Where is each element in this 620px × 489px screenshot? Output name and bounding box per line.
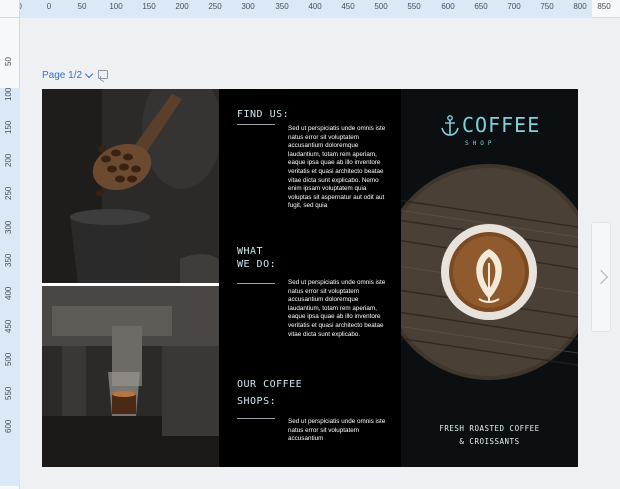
comment-icon[interactable] [98, 70, 108, 79]
ruler-label: 650 [474, 2, 488, 11]
ruler-label: 0 [46, 2, 52, 11]
what-we-do-title-line2: WE DO: [237, 259, 277, 270]
brochure-page[interactable]: FIND US: Sed ut perspiciatis unde omnis … [42, 89, 578, 467]
ruler-label: 600 [4, 419, 13, 433]
brand-name: COFFEE [462, 113, 541, 137]
our-shops-title-line1: OUR COFFEE [237, 379, 303, 390]
ruler-label: 100 [4, 87, 13, 101]
ruler-label: 450 [4, 319, 13, 333]
photo-panel [42, 89, 219, 467]
ruler-label: 550 [4, 386, 13, 400]
espresso-machine-photo [42, 286, 219, 467]
ruler-label: 150 [142, 2, 156, 11]
ruler-label: 150 [4, 120, 13, 134]
find-us-title: FIND US: [237, 109, 290, 120]
ruler-label: 500 [374, 2, 388, 11]
cover-panel: COFFEE SHOP FRESH ROASTED COFFEE & CROIS… [401, 89, 578, 467]
anchor-icon [441, 115, 459, 136]
editor-canvas: -50 0 50 100 150 200 250 300 350 400 450… [0, 0, 620, 489]
ruler-label: 200 [4, 153, 13, 167]
ruler-label: 850 [597, 2, 611, 11]
page-label: Page 1/2 [42, 70, 83, 81]
our-shops-title-line2: SHOPS: [237, 396, 277, 407]
ruler-label: 50 [4, 57, 13, 66]
tagline-line2: & CROISSANTS [459, 437, 520, 446]
ruler-label: 450 [341, 2, 355, 11]
ruler-label: 350 [275, 2, 289, 11]
next-page-button[interactable] [591, 222, 611, 332]
chevron-down-icon [84, 69, 94, 79]
ruler-label: 500 [4, 352, 13, 366]
ruler-corner [0, 0, 20, 18]
ruler-label: 800 [573, 2, 587, 11]
coffee-beans-photo [42, 89, 219, 283]
ruler-label: 250 [208, 2, 222, 11]
ruler-label: 100 [109, 2, 123, 11]
what-we-do-title-line1: WHAT [237, 246, 264, 257]
vertical-ruler: 50 100 150 200 250 300 350 400 450 500 5… [0, 18, 20, 489]
horizontal-ruler: -50 0 50 100 150 200 250 300 350 400 450… [0, 0, 620, 18]
ruler-label: 300 [241, 2, 255, 11]
tagline-line1: FRESH ROASTED COFFEE [439, 424, 540, 433]
chevron-right-icon [593, 269, 609, 285]
brand-subtitle: SHOP [465, 140, 496, 147]
ruler-label: 300 [4, 220, 13, 234]
ruler-label: 250 [4, 186, 13, 200]
divider [237, 283, 275, 284]
ruler-label: 400 [308, 2, 322, 11]
our-shops-text: Sed ut perspiciatis unde omnis iste natu… [288, 418, 386, 443]
brand-logo: COFFEE [441, 115, 540, 137]
what-we-do-text: Sed ut perspiciatis unde omnis iste natu… [288, 279, 386, 338]
ruler-label: 200 [175, 2, 189, 11]
ruler-label: 550 [407, 2, 421, 11]
ruler-label: 400 [4, 286, 13, 300]
ruler-label: 700 [507, 2, 521, 11]
page-selector[interactable]: Page 1/2 [42, 69, 94, 81]
ruler-label: 50 [77, 2, 87, 11]
info-panel: FIND US: Sed ut perspiciatis unde omnis … [219, 89, 401, 467]
divider [237, 124, 275, 125]
ruler-label: 350 [4, 253, 13, 267]
divider [237, 418, 275, 419]
ruler-label: 750 [540, 2, 554, 11]
ruler-label: 600 [441, 2, 455, 11]
find-us-text: Sed ut perspiciatis unde omnis iste natu… [288, 125, 386, 210]
